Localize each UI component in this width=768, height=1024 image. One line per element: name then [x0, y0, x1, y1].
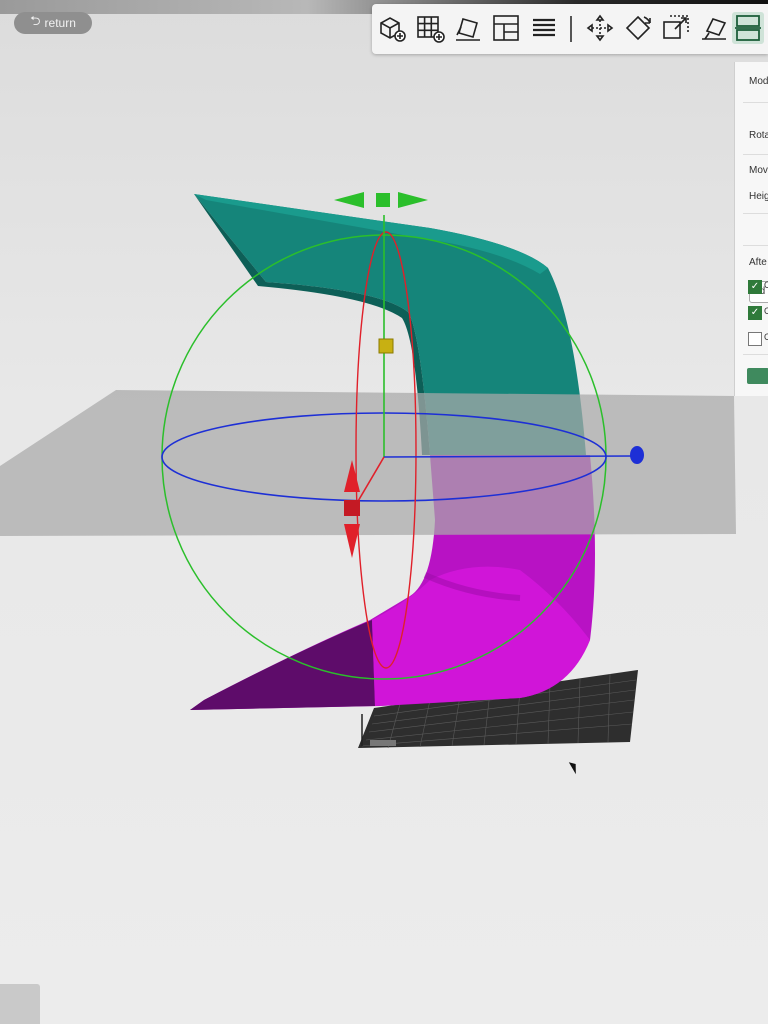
return-label: return	[44, 16, 76, 30]
support-icon	[702, 18, 727, 40]
status-corner	[0, 984, 40, 1024]
move-button[interactable]	[584, 12, 616, 44]
panel-divider	[743, 102, 768, 103]
move-arrows-icon	[586, 14, 614, 42]
cut-plane-icon	[735, 15, 761, 41]
arrange-button[interactable]	[490, 12, 522, 44]
confirm-cut-icon[interactable]	[747, 368, 768, 384]
center-handle[interactable]	[378, 338, 394, 354]
cut-button[interactable]	[732, 12, 764, 44]
rotate-button[interactable]	[622, 12, 654, 44]
move-label: Mov	[749, 165, 768, 176]
panel-title: Mod	[749, 76, 768, 87]
grid-add-icon	[417, 16, 445, 43]
slice-list-button[interactable]	[528, 12, 560, 44]
cut-plane	[0, 390, 736, 536]
scale-button[interactable]	[660, 12, 692, 44]
after-cut-label: Afte	[749, 257, 767, 268]
height-label: Heig	[749, 191, 768, 202]
cube-add-icon	[380, 17, 406, 42]
keep-upper-checkbox[interactable]: ✓	[748, 280, 762, 294]
checkbox-label: C	[764, 332, 768, 342]
top-toolbar	[372, 4, 768, 54]
add-plate-button[interactable]	[414, 12, 446, 44]
rotate-icon	[625, 15, 651, 41]
move-handle-y[interactable]	[334, 192, 428, 208]
rotate-label: Rota	[749, 130, 768, 141]
panel-divider	[743, 354, 768, 355]
lay-flat-icon	[456, 18, 480, 41]
lay-flat-button[interactable]	[452, 12, 484, 44]
keep-lower-checkbox[interactable]: ✓	[748, 306, 762, 320]
cut-settings-panel: Mod Rota Mov Heig Ad Afte ✓ C ✓ C C	[734, 62, 768, 396]
scale-icon	[663, 15, 689, 39]
checkbox-label: C	[764, 280, 768, 290]
panel-divider	[743, 213, 768, 214]
undo-arrow-icon: ⮌	[30, 13, 41, 28]
list-lines-icon	[533, 18, 555, 37]
panel-divider	[743, 154, 768, 155]
return-button[interactable]: ⮌ return	[14, 12, 92, 34]
toolbar-separator	[570, 16, 572, 42]
add-model-button[interactable]	[376, 12, 408, 44]
panel-divider	[743, 245, 768, 246]
flip-checkbox[interactable]	[748, 332, 762, 346]
move-handle-x[interactable]	[630, 446, 644, 464]
scene-render	[0, 192, 736, 749]
support-button[interactable]	[698, 12, 730, 44]
layout-icon	[493, 15, 519, 41]
checkbox-label: C	[764, 306, 768, 316]
